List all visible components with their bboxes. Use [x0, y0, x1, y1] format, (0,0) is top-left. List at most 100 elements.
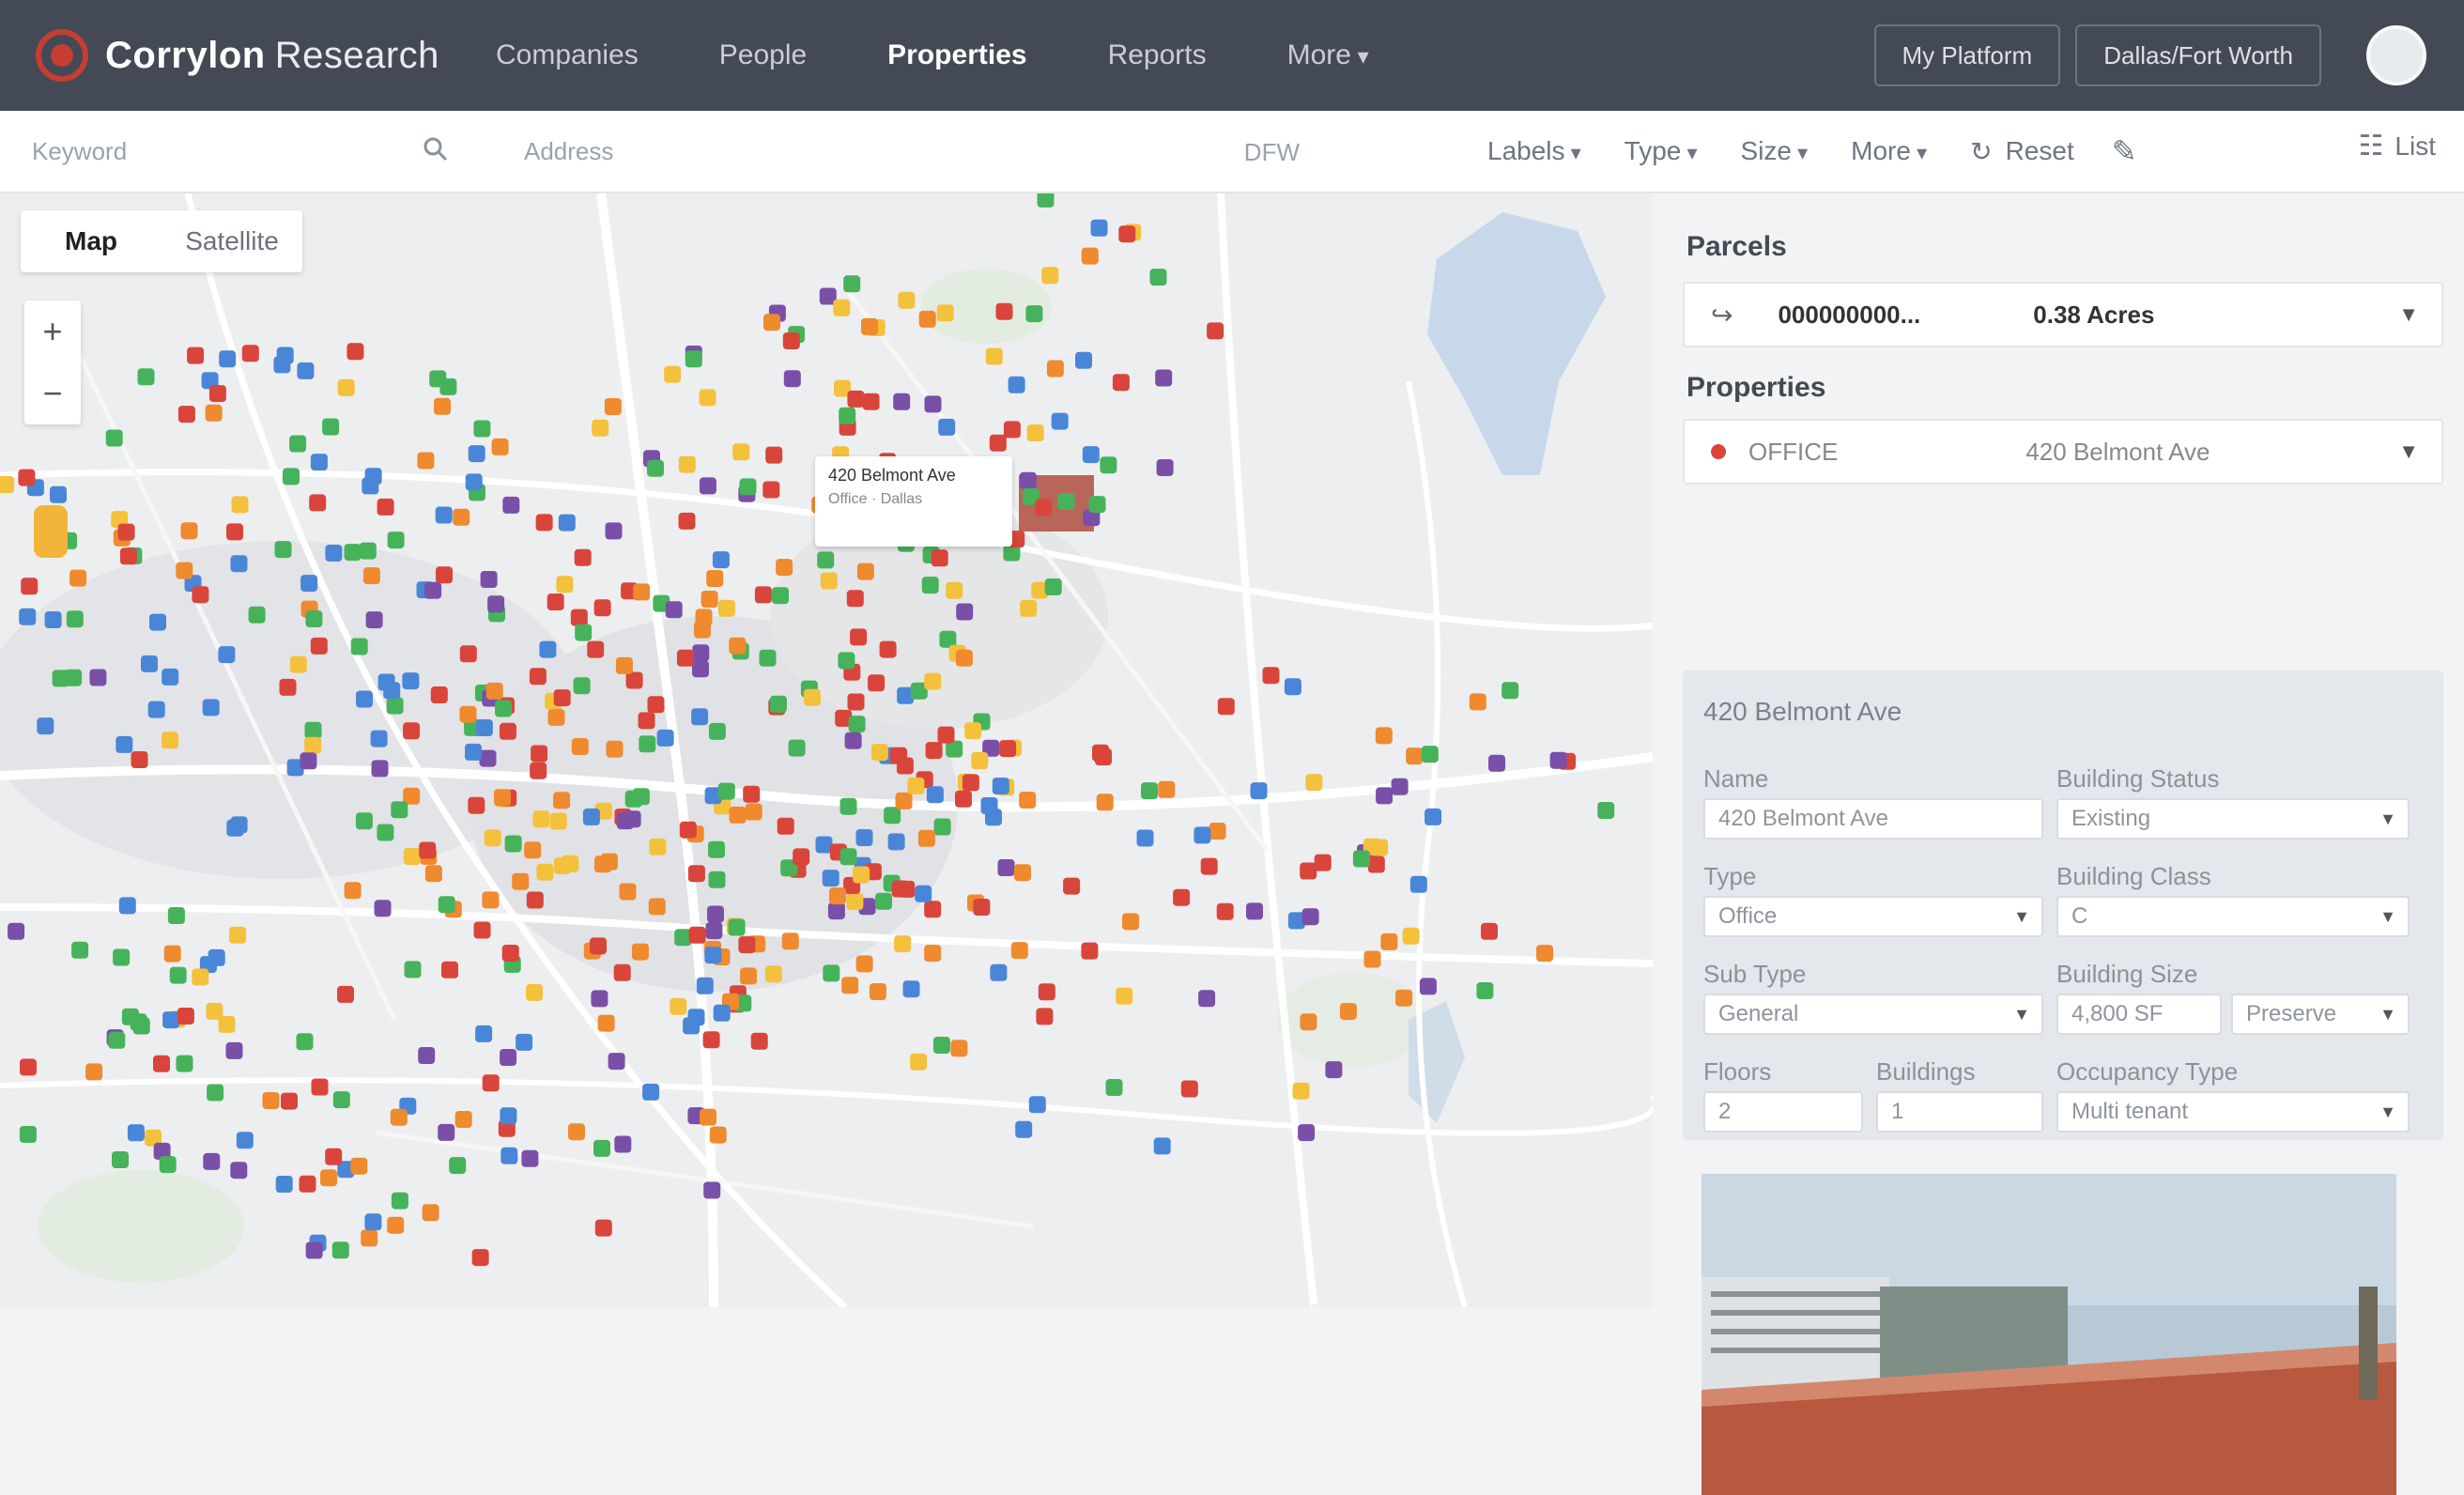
property-marker[interactable] [956, 603, 974, 621]
property-marker[interactable] [847, 390, 865, 408]
nav-properties[interactable]: Properties [887, 39, 1026, 71]
property-marker[interactable] [745, 803, 762, 821]
property-marker[interactable] [946, 581, 963, 599]
property-marker[interactable] [1549, 751, 1567, 769]
property-marker[interactable] [1363, 950, 1381, 968]
property-marker[interactable] [365, 611, 383, 629]
property-marker[interactable] [907, 777, 925, 794]
property-marker[interactable] [793, 848, 810, 866]
property-marker[interactable] [890, 747, 908, 764]
property-marker[interactable] [430, 686, 448, 703]
property-marker[interactable] [19, 1126, 37, 1143]
property-marker[interactable] [754, 586, 772, 604]
property-marker[interactable] [893, 393, 911, 410]
property-marker[interactable] [494, 789, 511, 807]
property-marker[interactable] [699, 389, 716, 407]
property-marker[interactable] [424, 865, 442, 883]
property-marker[interactable] [177, 1008, 194, 1025]
property-marker[interactable] [704, 947, 722, 964]
property-marker[interactable] [639, 735, 656, 753]
property-marker[interactable] [717, 782, 735, 800]
property-marker[interactable] [594, 1219, 612, 1237]
property-marker[interactable] [625, 671, 643, 689]
property-marker[interactable] [902, 980, 920, 998]
property-marker[interactable] [647, 459, 664, 477]
property-marker[interactable] [642, 1083, 660, 1101]
property-marker[interactable] [1367, 855, 1385, 873]
property-marker[interactable] [37, 717, 54, 735]
property-marker[interactable] [475, 719, 493, 736]
property-marker[interactable] [1057, 493, 1075, 510]
property-marker[interactable] [995, 302, 1013, 320]
property-marker[interactable] [549, 812, 567, 830]
property-marker[interactable] [707, 905, 724, 923]
property-marker[interactable] [695, 609, 713, 626]
property-marker[interactable] [1292, 1082, 1310, 1100]
property-marker[interactable] [820, 572, 838, 590]
property-marker[interactable] [855, 955, 873, 973]
property-marker[interactable] [532, 810, 550, 828]
property-marker[interactable] [344, 882, 362, 900]
property-marker[interactable] [937, 726, 955, 744]
property-marker[interactable] [424, 581, 442, 599]
property-marker[interactable] [485, 682, 503, 700]
property-marker[interactable] [891, 880, 909, 898]
property-marker[interactable] [990, 963, 1008, 981]
property-marker[interactable] [176, 562, 193, 579]
property-marker[interactable] [781, 932, 799, 950]
property-marker[interactable] [615, 656, 633, 674]
property-marker[interactable] [116, 735, 133, 753]
property-marker[interactable] [1096, 794, 1114, 811]
property-marker[interactable] [1424, 808, 1442, 825]
property-marker[interactable] [296, 1033, 314, 1051]
property-marker[interactable] [938, 418, 956, 436]
property-marker[interactable] [1158, 780, 1176, 798]
property-marker[interactable] [574, 548, 592, 566]
property-marker[interactable] [1122, 913, 1139, 931]
property-marker[interactable] [119, 547, 137, 565]
property-marker[interactable] [1051, 412, 1069, 430]
property-marker[interactable] [403, 722, 421, 740]
property-marker[interactable] [558, 514, 576, 532]
subtype-select[interactable]: General ▼ [1703, 994, 2043, 1035]
property-marker[interactable] [631, 943, 649, 961]
property-marker[interactable] [344, 544, 362, 562]
property-marker[interactable] [422, 1204, 439, 1222]
chevron-down-icon[interactable]: ▼ [2398, 439, 2419, 464]
property-marker[interactable] [547, 708, 565, 726]
property-marker[interactable] [933, 818, 951, 836]
property-marker[interactable] [879, 640, 897, 658]
property-marker[interactable] [500, 1107, 517, 1125]
property-marker[interactable] [870, 744, 888, 762]
property-marker[interactable] [869, 983, 886, 1000]
property-marker[interactable] [230, 555, 248, 573]
property-marker[interactable] [1325, 1061, 1343, 1079]
satellite-view-tab[interactable]: Satellite [162, 226, 302, 256]
property-marker[interactable] [18, 469, 36, 486]
property-marker[interactable] [692, 644, 710, 662]
buildings-input[interactable]: 1 [1876, 1091, 2043, 1133]
property-marker[interactable] [127, 1124, 145, 1142]
property-marker[interactable] [1116, 987, 1133, 1005]
property-marker[interactable] [310, 637, 328, 655]
user-avatar[interactable] [2366, 25, 2426, 85]
property-marker[interactable] [839, 848, 857, 866]
property-marker[interactable] [502, 496, 520, 514]
property-marker[interactable] [921, 577, 939, 594]
property-marker[interactable] [230, 1162, 248, 1179]
property-marker[interactable] [459, 645, 477, 663]
property-marker[interactable] [915, 885, 932, 902]
property-marker[interactable] [999, 740, 1017, 758]
property-marker[interactable] [605, 522, 623, 540]
property-marker[interactable] [839, 797, 857, 815]
size-input[interactable]: 4,800 SF [2056, 994, 2222, 1035]
property-marker[interactable] [703, 1181, 721, 1199]
property-marker[interactable] [419, 841, 437, 859]
property-marker[interactable] [712, 551, 730, 569]
property-marker[interactable] [391, 801, 408, 819]
property-marker[interactable] [750, 1032, 768, 1050]
property-marker[interactable] [571, 738, 589, 755]
name-input[interactable]: 420 Belmont Ave [1703, 798, 2043, 840]
nav-people[interactable]: People [719, 39, 807, 71]
property-marker[interactable] [624, 790, 642, 808]
